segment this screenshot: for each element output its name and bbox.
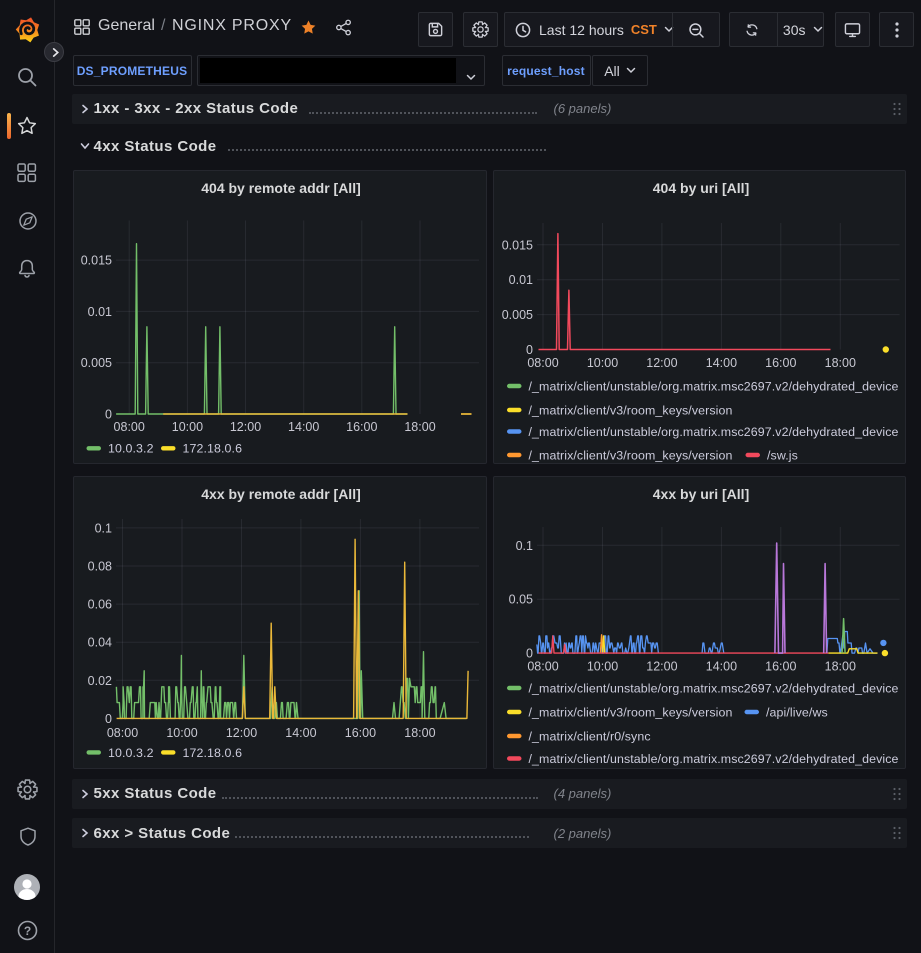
- svg-text:0.01: 0.01: [88, 305, 112, 319]
- svg-text:14:00: 14:00: [705, 659, 736, 673]
- svg-text:14:00: 14:00: [288, 420, 319, 434]
- svg-text:0.06: 0.06: [88, 597, 112, 611]
- svg-text:14:00: 14:00: [705, 356, 736, 370]
- svg-text:4xx by remote addr [All]: 4xx by remote addr [All]: [201, 486, 361, 502]
- svg-text:16:00: 16:00: [765, 659, 796, 673]
- svg-text:0.01: 0.01: [508, 273, 532, 287]
- svg-text:12:00: 12:00: [646, 659, 677, 673]
- svg-text:08:00: 08:00: [107, 726, 138, 740]
- svg-text:0.05: 0.05: [508, 592, 532, 606]
- svg-text:0: 0: [526, 343, 533, 357]
- svg-text:08:00: 08:00: [114, 420, 145, 434]
- svg-text:08:00: 08:00: [527, 356, 558, 370]
- svg-text:12:00: 12:00: [226, 726, 257, 740]
- svg-text:0.015: 0.015: [81, 254, 112, 268]
- svg-text:18:00: 18:00: [404, 726, 435, 740]
- svg-text:/api/live/ws: /api/live/ws: [766, 705, 828, 719]
- svg-text:10:00: 10:00: [586, 356, 617, 370]
- svg-text:/_matrix/client/v3/room_keys/v: /_matrix/client/v3/room_keys/version: [528, 448, 732, 462]
- svg-text:172.18.0.6: 172.18.0.6: [183, 745, 243, 759]
- svg-text:4xx by uri [All]: 4xx by uri [All]: [652, 486, 748, 502]
- svg-text:18:00: 18:00: [824, 356, 855, 370]
- svg-text:10.0.3.2: 10.0.3.2: [108, 745, 154, 759]
- svg-text:/sw.js: /sw.js: [767, 448, 798, 462]
- svg-text:404 by uri [All]: 404 by uri [All]: [652, 180, 748, 196]
- svg-text:16:00: 16:00: [345, 726, 376, 740]
- svg-text:14:00: 14:00: [285, 726, 316, 740]
- svg-text:0.005: 0.005: [81, 356, 112, 370]
- svg-text:08:00: 08:00: [527, 659, 558, 673]
- svg-text:/_matrix/client/unstable/org.m: /_matrix/client/unstable/org.matrix.msc2…: [528, 379, 898, 393]
- svg-text:0: 0: [105, 408, 112, 422]
- svg-text:0.1: 0.1: [515, 538, 532, 552]
- svg-text:0.02: 0.02: [88, 673, 112, 687]
- svg-text:0.1: 0.1: [95, 521, 112, 535]
- svg-text:?: ?: [24, 924, 31, 938]
- svg-text:12:00: 12:00: [230, 420, 261, 434]
- svg-text:10.0.3.2: 10.0.3.2: [108, 442, 154, 456]
- svg-text:0.015: 0.015: [501, 238, 532, 252]
- svg-text:0.005: 0.005: [501, 308, 532, 322]
- svg-text:/_matrix/client/r0/sync: /_matrix/client/r0/sync: [528, 729, 650, 743]
- svg-text:0: 0: [105, 711, 112, 725]
- svg-text:0: 0: [526, 646, 533, 660]
- svg-text:404 by remote addr [All]: 404 by remote addr [All]: [201, 180, 361, 196]
- svg-text:/_matrix/client/unstable/org.m: /_matrix/client/unstable/org.matrix.msc2…: [528, 751, 898, 765]
- svg-text:/_matrix/client/v3/room_keys/v: /_matrix/client/v3/room_keys/version: [528, 705, 732, 719]
- svg-text:12:00: 12:00: [646, 356, 677, 370]
- svg-text:16:00: 16:00: [765, 356, 796, 370]
- svg-text:18:00: 18:00: [824, 659, 855, 673]
- svg-text:/_matrix/client/unstable/org.m: /_matrix/client/unstable/org.matrix.msc2…: [528, 425, 898, 439]
- svg-text:18:00: 18:00: [404, 420, 435, 434]
- svg-text:172.18.0.6: 172.18.0.6: [183, 442, 243, 456]
- svg-text:10:00: 10:00: [166, 726, 197, 740]
- svg-text:0.04: 0.04: [88, 635, 112, 649]
- svg-text:/_matrix/client/unstable/org.m: /_matrix/client/unstable/org.matrix.msc2…: [528, 681, 898, 695]
- svg-text:0.08: 0.08: [88, 559, 112, 573]
- svg-text:16:00: 16:00: [346, 420, 377, 434]
- svg-text:/_matrix/client/v3/room_keys/v: /_matrix/client/v3/room_keys/version: [528, 403, 732, 417]
- svg-text:10:00: 10:00: [172, 420, 203, 434]
- svg-text:10:00: 10:00: [586, 659, 617, 673]
